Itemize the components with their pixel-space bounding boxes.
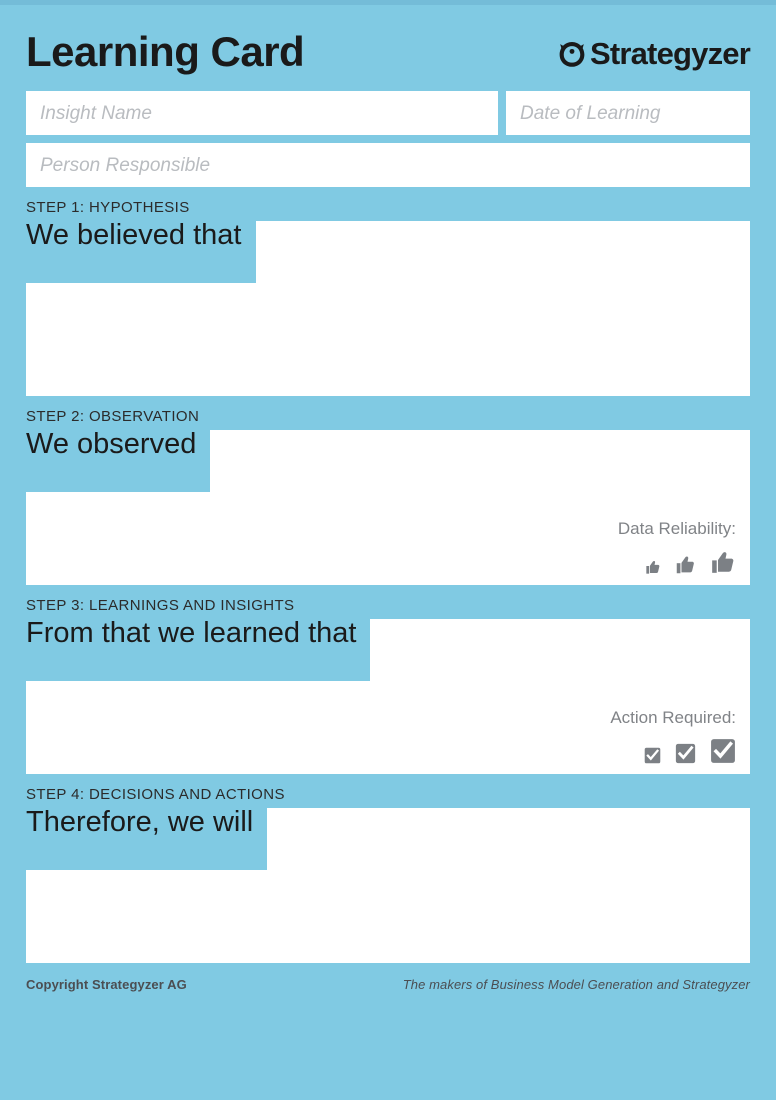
step-3-learnings-and-insights: STEP 3: LEARNINGS AND INSIGHTS From that… (26, 597, 750, 774)
step-1-textarea[interactable]: We believed that (26, 221, 750, 396)
checkbox-checked-icon-high[interactable] (710, 738, 736, 764)
meta-fields-row: Insight Name Date of Learning (26, 91, 750, 135)
step-4-textarea[interactable]: Therefore, we will (26, 808, 750, 963)
action-required-label: Action Required: (610, 708, 736, 727)
card-footer: Copyright Strategyzer AG The makers of B… (26, 977, 750, 992)
step-4-label: STEP 4: DECISIONS AND ACTIONS (26, 786, 285, 803)
strategyzer-owl-icon (557, 39, 587, 69)
thumbs-up-icon-low[interactable] (645, 559, 661, 575)
step-1-prompt: We believed that (26, 221, 256, 283)
data-reliability-options (618, 545, 736, 575)
step-2-prompt: We observed (26, 428, 211, 492)
action-required-rating: Action Required: (610, 709, 736, 764)
checkbox-checked-icon-medium[interactable] (675, 743, 696, 764)
data-reliability-label: Data Reliability: (617, 519, 736, 538)
tagline-text: The makers of Business Model Generation … (402, 977, 750, 992)
step-3-prompt-text: From that we learned that (26, 617, 357, 649)
step-2-prompt-text: We observed (26, 428, 197, 460)
step-2-observation: STEP 2: OBSERVATION We observed Data Rel… (26, 408, 750, 585)
step-4-decisions-and-actions: STEP 4: DECISIONS AND ACTIONS Therefore,… (26, 786, 750, 963)
step-1-label: STEP 1: HYPOTHESIS (26, 199, 190, 216)
data-reliability-rating: Data Reliability: (618, 520, 736, 575)
page-title: Learning Card (26, 28, 305, 75)
step-4-prompt-text: Therefore, we will (26, 806, 254, 838)
step-3-label: STEP 3: LEARNINGS AND INSIGHTS (26, 597, 295, 614)
learning-card: Learning Card Strategyzer Insight Name D… (0, 5, 776, 1100)
insight-name-placeholder: Insight Name (40, 102, 152, 124)
action-required-options (610, 734, 736, 764)
copyright-text: Copyright Strategyzer AG (26, 977, 187, 992)
person-responsible-input[interactable]: Person Responsible (26, 143, 750, 187)
thumbs-up-icon-medium[interactable] (675, 554, 696, 575)
step-4-prompt: Therefore, we will (26, 806, 268, 870)
step-2-textarea[interactable]: We observed Data Reliability: (26, 430, 750, 585)
person-responsible-placeholder: Person Responsible (40, 154, 211, 176)
step-1-hypothesis: STEP 1: HYPOTHESIS We believed that (26, 199, 750, 396)
date-of-learning-input[interactable]: Date of Learning (506, 91, 750, 135)
step-1-prompt-text: We believed that (26, 219, 242, 251)
checkbox-checked-icon-low[interactable] (644, 747, 661, 764)
thumbs-up-icon-high[interactable] (710, 549, 736, 575)
step-3-textarea[interactable]: From that we learned that Action Require… (26, 619, 750, 774)
brand-name: Strategyzer (589, 36, 751, 71)
insight-name-input[interactable]: Insight Name (26, 91, 498, 135)
date-of-learning-placeholder: Date of Learning (520, 102, 661, 124)
card-header: Learning Card Strategyzer (26, 5, 751, 77)
step-3-prompt: From that we learned that (26, 617, 371, 681)
strategyzer-logo: Strategyzer (557, 36, 751, 77)
step-2-label: STEP 2: OBSERVATION (26, 408, 200, 425)
